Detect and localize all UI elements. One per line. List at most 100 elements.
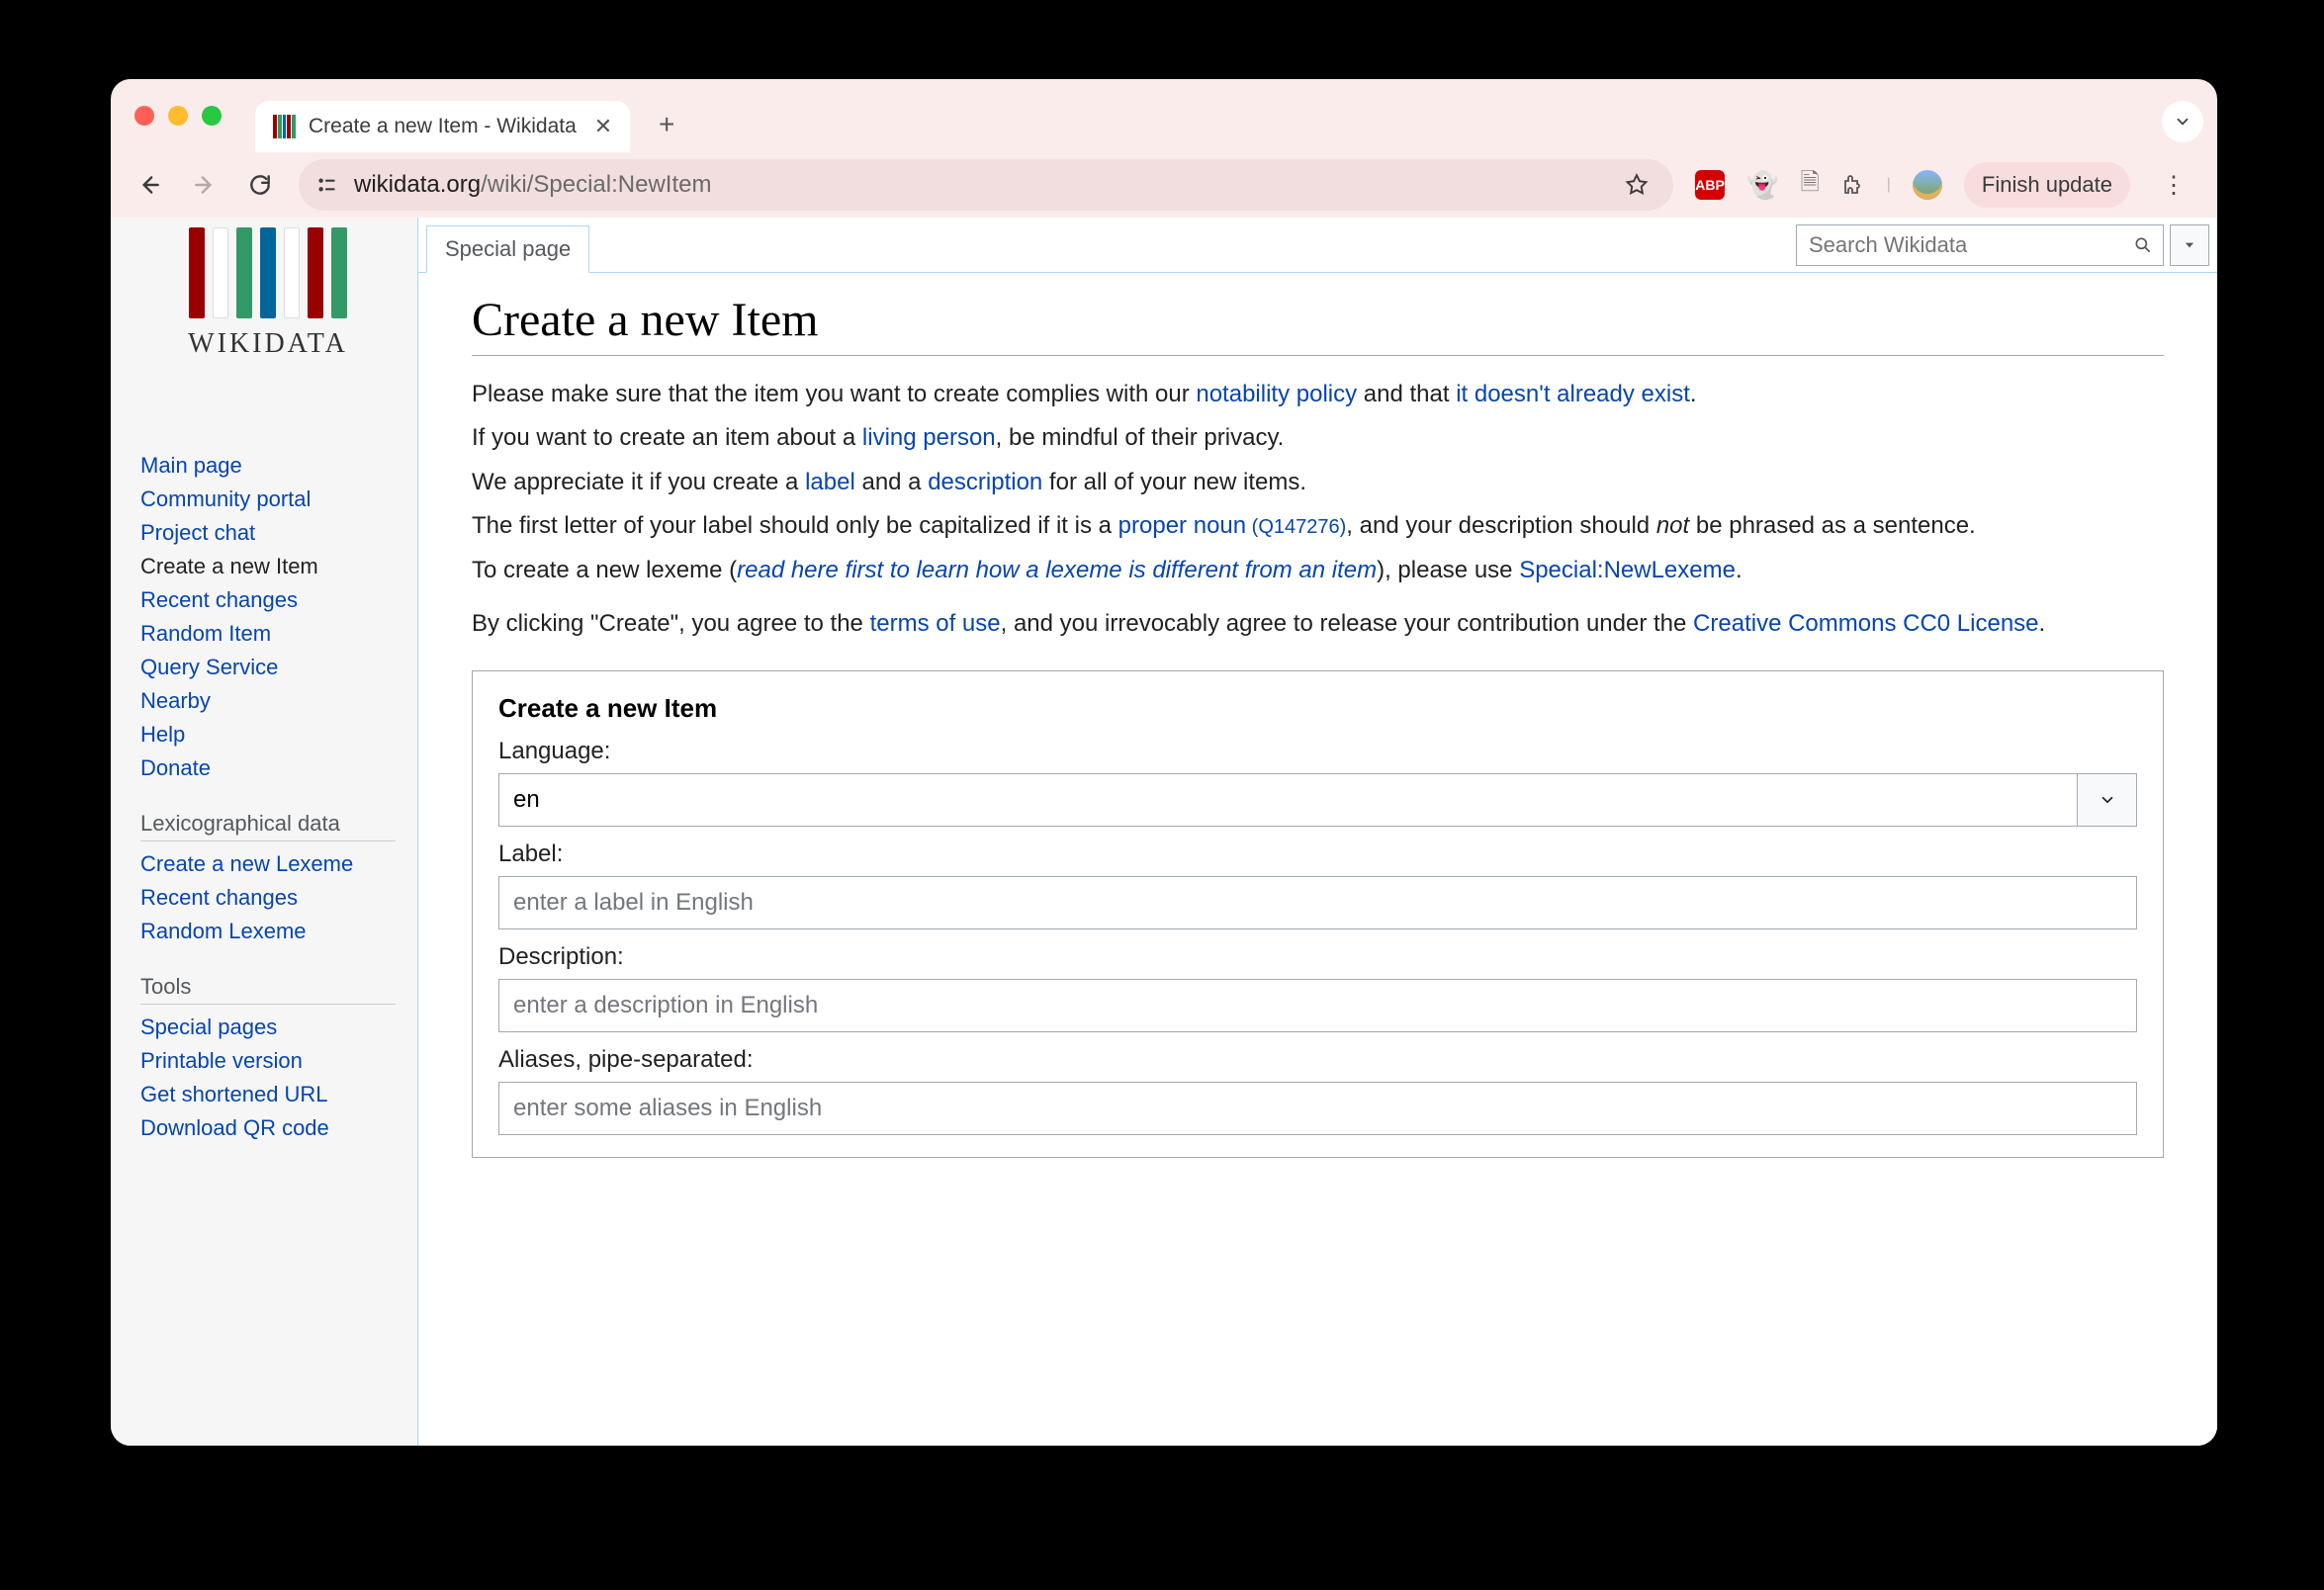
finish-update-button[interactable]: Finish update: [1964, 162, 2130, 208]
link-label[interactable]: label: [805, 469, 855, 495]
sidebar-item[interactable]: Random Lexeme: [140, 915, 396, 948]
label-input[interactable]: [498, 876, 2137, 929]
create-item-form: Create a new Item Language: Label: Descr…: [472, 670, 2164, 1158]
page-body: WIKIDATA Main page Community portal Proj…: [111, 218, 2217, 1446]
profile-avatar[interactable]: [1913, 170, 1942, 200]
wikidata-logo-icon: [189, 227, 347, 318]
link-lexeme-info[interactable]: read here first to learn how a lexeme is…: [737, 557, 1377, 583]
search-icon: [2133, 235, 2153, 255]
adblock-icon[interactable]: ABP: [1695, 170, 1725, 200]
label-label: Label:: [498, 840, 2137, 868]
sidebar-item[interactable]: Download QR code: [140, 1111, 396, 1145]
browser-window: Create a new Item - Wikidata ✕ + wikidat…: [111, 79, 2217, 1446]
window-controls: [134, 106, 222, 126]
sidebar-item[interactable]: Recent changes: [140, 583, 396, 617]
sidebar-item-current[interactable]: Create a new Item: [140, 550, 396, 583]
intro-line-1: Please make sure that the item you want …: [472, 376, 2164, 413]
language-label: Language:: [498, 738, 2137, 765]
address-bar[interactable]: wikidata.org/wiki/Special:NewItem: [299, 159, 1673, 211]
nav-tools: Special pages Printable version Get shor…: [140, 1011, 396, 1145]
language-dropdown-button[interactable]: [2077, 774, 2136, 826]
tab-special-page[interactable]: Special page: [426, 225, 589, 273]
sidebar-item[interactable]: Create a new Lexeme: [140, 847, 396, 881]
emphasis-not: not: [1656, 512, 1689, 539]
tab-strip: Create a new Item - Wikidata ✕ +: [111, 79, 2217, 152]
new-tab-button[interactable]: +: [652, 109, 681, 140]
tab-title: Create a new Item - Wikidata: [309, 115, 577, 138]
aliases-input[interactable]: [498, 1082, 2137, 1135]
link-description[interactable]: description: [928, 469, 1042, 495]
sidebar-item[interactable]: Nearby: [140, 684, 396, 718]
sidebar-item[interactable]: Random Item: [140, 617, 396, 651]
tab-list-button[interactable]: [2162, 101, 2203, 142]
description-input[interactable]: [498, 979, 2137, 1032]
extensions-button[interactable]: [1841, 173, 1865, 197]
form-title: Create a new Item: [498, 693, 2137, 724]
fullscreen-window-button[interactable]: [202, 106, 222, 126]
chevron-down-icon: [2099, 791, 2116, 809]
intro-line-6: By clicking "Create", you agree to the t…: [472, 605, 2164, 643]
url-text: wikidata.org/wiki/Special:NewItem: [354, 171, 1610, 199]
wikidata-favicon-icon: [273, 115, 297, 138]
nav-group-tools-title: Tools: [140, 974, 396, 1005]
language-input[interactable]: [499, 774, 2077, 826]
page-title: Create a new Item: [472, 293, 2164, 356]
link-special-newlexeme[interactable]: Special:NewLexeme: [1519, 557, 1736, 583]
nav-lex: Create a new Lexeme Recent changes Rando…: [140, 847, 396, 948]
sidebar-item[interactable]: Main page: [140, 449, 396, 483]
aliases-label: Aliases, pipe-separated:: [498, 1046, 2137, 1074]
caret-down-icon: [2183, 238, 2196, 252]
star-icon: [1624, 172, 1650, 198]
page-actions-dropdown[interactable]: [2170, 224, 2209, 266]
link-already-exist[interactable]: it doesn't already exist: [1456, 381, 1690, 407]
reader-icon[interactable]: 🗎: [1800, 165, 1819, 206]
language-combo[interactable]: [498, 773, 2137, 827]
link-terms-of-use[interactable]: terms of use: [870, 610, 1001, 637]
link-proper-noun[interactable]: proper noun: [1118, 512, 1246, 539]
chevron-down-icon: [2174, 113, 2191, 131]
browser-tab[interactable]: Create a new Item - Wikidata ✕: [255, 101, 630, 152]
intro-line-4: The first letter of your label should on…: [472, 507, 2164, 545]
browser-menu-button[interactable]: ⋮: [2152, 171, 2199, 200]
article: Create a new Item Please make sure that …: [418, 273, 2217, 1446]
sidebar-item[interactable]: Special pages: [140, 1011, 396, 1044]
link-living-person[interactable]: living person: [862, 424, 996, 451]
tab-close-icon[interactable]: ✕: [594, 114, 612, 139]
search-button[interactable]: [2123, 235, 2163, 255]
link-cc0-license[interactable]: Creative Commons CC0 License: [1693, 610, 2038, 637]
sidebar: WIKIDATA Main page Community portal Proj…: [111, 218, 417, 1446]
reload-button[interactable]: [235, 160, 285, 210]
close-window-button[interactable]: [134, 106, 154, 126]
sidebar-item[interactable]: Query Service: [140, 651, 396, 684]
minimize-window-button[interactable]: [168, 106, 188, 126]
nav-main: Main page Community portal Project chat …: [140, 449, 396, 785]
sidebar-item[interactable]: Recent changes: [140, 881, 396, 915]
puzzle-icon: [1841, 173, 1865, 197]
intro-line-3: We appreciate it if you create a label a…: [472, 464, 2164, 501]
extension-icons: ABP 👻 🗎 | Finish update ⋮: [1687, 162, 2207, 208]
nav-group-lex-title: Lexicographical data: [140, 811, 396, 841]
intro-line-5: To create a new lexeme (read here first …: [472, 552, 2164, 589]
intro-line-2: If you want to create an item about a li…: [472, 419, 2164, 457]
sidebar-item[interactable]: Get shortened URL: [140, 1078, 396, 1111]
sidebar-item[interactable]: Community portal: [140, 483, 396, 516]
search-input[interactable]: [1797, 232, 2123, 258]
ghostery-icon[interactable]: 👻: [1746, 170, 1778, 201]
sidebar-item[interactable]: Donate: [140, 751, 396, 785]
browser-toolbar: wikidata.org/wiki/Special:NewItem ABP 👻 …: [111, 152, 2217, 218]
link-notability-policy[interactable]: notability policy: [1196, 381, 1357, 407]
description-label: Description:: [498, 943, 2137, 971]
bookmark-button[interactable]: [1624, 172, 1659, 198]
reload-icon: [247, 172, 273, 198]
arrow-left-icon: [136, 172, 162, 198]
sidebar-item[interactable]: Printable version: [140, 1044, 396, 1078]
link-qid[interactable]: (Q147276): [1246, 516, 1346, 538]
site-info-icon[interactable]: [313, 171, 340, 199]
arrow-right-icon: [192, 172, 218, 198]
sidebar-item[interactable]: Help: [140, 718, 396, 751]
wikidata-logo[interactable]: WIKIDATA: [140, 227, 396, 360]
search-box[interactable]: [1796, 224, 2164, 266]
forward-button[interactable]: [180, 160, 229, 210]
back-button[interactable]: [125, 160, 174, 210]
sidebar-item[interactable]: Project chat: [140, 516, 396, 550]
